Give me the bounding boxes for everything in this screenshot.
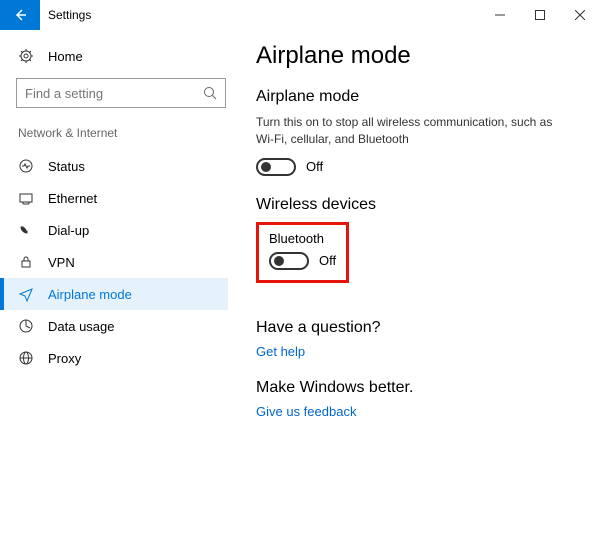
arrow-left-icon bbox=[12, 7, 28, 23]
home-label: Home bbox=[48, 49, 83, 64]
wireless-devices-section: Wireless devices Bluetooth Off bbox=[256, 196, 572, 301]
proxy-icon bbox=[18, 350, 34, 366]
close-icon bbox=[575, 10, 585, 20]
airplane-icon bbox=[18, 286, 34, 302]
feedback-section: Make Windows better. Give us feedback bbox=[256, 379, 572, 421]
search-input[interactable] bbox=[25, 86, 203, 101]
search-icon bbox=[203, 86, 217, 100]
sidebar-item-airplane-mode[interactable]: Airplane mode bbox=[0, 278, 228, 310]
vpn-icon bbox=[18, 254, 34, 270]
minimize-icon bbox=[495, 10, 505, 20]
gear-icon bbox=[18, 48, 34, 64]
sidebar-item-label: Status bbox=[48, 159, 85, 174]
feedback-heading: Make Windows better. bbox=[256, 379, 572, 397]
sidebar-item-label: Ethernet bbox=[48, 191, 97, 206]
bluetooth-toggle[interactable] bbox=[269, 252, 309, 270]
sidebar-item-vpn[interactable]: VPN bbox=[0, 246, 228, 278]
airplane-toggle-row: Off bbox=[256, 158, 572, 176]
sidebar-item-label: Data usage bbox=[48, 319, 115, 334]
close-button[interactable] bbox=[560, 0, 600, 30]
window-controls bbox=[480, 0, 600, 30]
bluetooth-toggle-state: Off bbox=[319, 253, 336, 268]
airplane-description: Turn this on to stop all wireless commun… bbox=[256, 114, 572, 148]
airplane-heading: Airplane mode bbox=[256, 88, 572, 106]
sidebar-item-ethernet[interactable]: Ethernet bbox=[0, 182, 228, 214]
airplane-toggle[interactable] bbox=[256, 158, 296, 176]
sidebar-item-label: VPN bbox=[48, 255, 75, 270]
main-content: Airplane mode Airplane mode Turn this on… bbox=[236, 30, 600, 537]
titlebar: Settings bbox=[0, 0, 600, 30]
home-button[interactable]: Home bbox=[16, 42, 228, 74]
data-usage-icon bbox=[18, 318, 34, 334]
airplane-toggle-state: Off bbox=[306, 159, 323, 174]
sidebar-item-dialup[interactable]: Dial-up bbox=[0, 214, 228, 246]
ethernet-icon bbox=[18, 190, 34, 206]
status-icon bbox=[18, 158, 34, 174]
maximize-icon bbox=[535, 10, 545, 20]
bluetooth-toggle-row: Off bbox=[269, 252, 336, 270]
page-title: Airplane mode bbox=[256, 42, 572, 70]
sidebar-item-proxy[interactable]: Proxy bbox=[0, 342, 228, 374]
sidebar: Home Network & Internet Status Ethernet … bbox=[0, 30, 236, 537]
sidebar-item-data-usage[interactable]: Data usage bbox=[0, 310, 228, 342]
category-label: Network & Internet bbox=[18, 126, 228, 140]
sidebar-item-label: Airplane mode bbox=[48, 287, 132, 302]
question-heading: Have a question? bbox=[256, 319, 572, 337]
sidebar-item-label: Proxy bbox=[48, 351, 81, 366]
sidebar-item-status[interactable]: Status bbox=[0, 150, 228, 182]
get-help-link[interactable]: Get help bbox=[256, 344, 305, 359]
window-title: Settings bbox=[40, 8, 91, 22]
maximize-button[interactable] bbox=[520, 0, 560, 30]
dialup-icon bbox=[18, 222, 34, 238]
feedback-link[interactable]: Give us feedback bbox=[256, 404, 356, 419]
bluetooth-highlight: Bluetooth Off bbox=[256, 222, 349, 283]
question-section: Have a question? Get help bbox=[256, 319, 572, 361]
wireless-heading: Wireless devices bbox=[256, 196, 572, 214]
airplane-mode-section: Airplane mode Turn this on to stop all w… bbox=[256, 88, 572, 176]
search-box[interactable] bbox=[16, 78, 226, 108]
bluetooth-label: Bluetooth bbox=[269, 231, 336, 246]
minimize-button[interactable] bbox=[480, 0, 520, 30]
back-button[interactable] bbox=[0, 0, 40, 30]
sidebar-item-label: Dial-up bbox=[48, 223, 89, 238]
